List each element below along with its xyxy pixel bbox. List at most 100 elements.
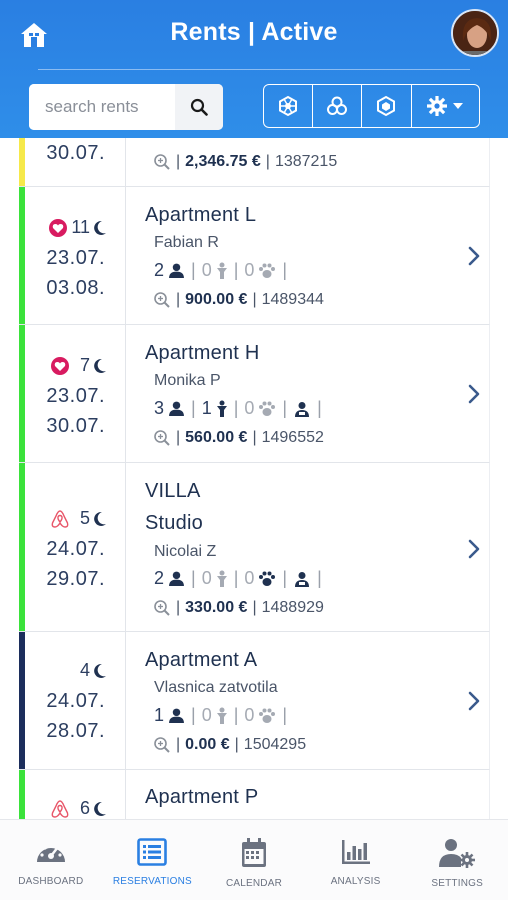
nights-count: 11 [71,217,90,237]
reservation-card[interactable]: 11 23.07. 03.08. Apartment L Fabian R 2 … [19,187,490,325]
nights-count: 4 [79,660,90,680]
guest-counts: 2 [154,138,184,141]
nights-info: 7 [50,355,107,376]
adults-count: 1 [154,705,165,725]
airbnb-icon [51,509,69,528]
child-icon [216,262,227,279]
nav-calendar[interactable]: CALENDAR [203,820,305,900]
filter-toolbar [263,84,480,128]
reservation-card[interactable]: 4 24.07. 28.07. Apartment A Vlasnica zat… [19,632,490,770]
reservations-list[interactable]: 30.07. 2 | 2,346.75 € | 1387215 11 [0,138,508,819]
apartment-name-line-2: Studio [145,512,203,534]
speedometer-icon [36,843,65,862]
guest-counts: 2 | 0 | 0 | [154,260,288,280]
nav-dashboard-label: DASHBOARD [18,876,84,887]
reference-number: 1387215 [274,153,338,170]
nav-settings[interactable]: SETTINGS [406,820,508,900]
pets-count: 0 [244,398,255,418]
adult-icon [169,571,184,586]
zoom-icon[interactable] [153,736,171,754]
amount: 900.00 € [185,291,248,308]
moon-icon [94,801,106,816]
nav-analysis[interactable]: ANALYSIS [305,820,407,900]
reservation-card[interactable]: 5 24.07. 29.07. VILLA Studio Nicolai Z 2… [19,463,490,632]
nav-calendar-label: CALENDAR [225,878,283,889]
user-gear-icon [439,839,476,868]
zoom-icon[interactable] [153,291,171,309]
checkin-date: 23.07. [46,385,105,407]
guest-counts: 1 | 0 | 0 | [154,705,288,725]
search-box [29,84,223,130]
moon-icon [94,358,106,373]
nights-info: 5 [50,508,107,529]
adults-count: 2 [154,568,165,588]
amount: 0.00 € [185,736,230,753]
app-header: Rents | Active [0,0,508,138]
reference-number: 1489344 [261,291,324,308]
list-icon [137,838,168,866]
payment-row: | 560.00 € | 1496552 [153,429,324,447]
payment-row: | 2,346.75 € | 1387215 [153,153,337,171]
nights-info: 6 [50,798,107,819]
search-input[interactable] [29,84,175,130]
paw-icon [259,571,276,586]
amount: 2,346.75 € [185,153,261,170]
apartment-name: Apartment H [145,342,260,364]
reference-number: 1496552 [261,429,324,446]
zoom-icon[interactable] [153,599,171,617]
chevron-right-icon[interactable] [467,690,481,712]
filter-button-1[interactable] [264,85,314,127]
reservation-card[interactable]: 7 23.07. 30.07. Apartment H Monika P 3 |… [19,325,490,463]
moon-icon [94,220,106,235]
adult-icon [169,708,184,723]
search-button[interactable] [175,84,223,130]
children-count: 0 [201,260,212,280]
guest-counts: 3 | 1 | 0 | | [154,398,322,418]
reservation-card[interactable]: 30.07. 2 | 2,346.75 € | 1387215 [19,138,490,187]
nav-reservations-label: RESERVATIONS [112,876,192,887]
filter-button-2[interactable] [313,85,363,127]
checkin-date: 24.07. [46,690,105,712]
booking-heart-icon [50,356,69,375]
chevron-right-icon[interactable] [467,245,481,267]
nav-reservations[interactable]: RESERVATIONS [102,820,204,900]
checkout-date: 30.07. [46,415,105,437]
chevron-right-icon[interactable] [467,383,481,405]
bar-chart-icon [341,840,370,864]
guest-name: Monika P [154,372,221,389]
amount: 560.00 € [185,429,248,446]
payment-row: | 0.00 € | 1504295 [153,736,306,754]
hexagon-icon [377,95,396,117]
settings-dropdown-button[interactable] [412,85,479,127]
apartment-name: Apartment P [145,786,259,808]
circles-icon [327,96,348,115]
zoom-icon[interactable] [153,153,171,171]
header-divider [38,69,470,70]
guest-badge-icon [295,401,310,417]
guest-badge-icon [295,571,310,587]
apartment-name-line-1: VILLA [145,480,201,502]
nav-dashboard[interactable]: DASHBOARD [0,820,102,900]
nights-info: 4 [80,660,107,681]
payment-row: | 900.00 € | 1489344 [153,291,324,309]
filter-button-3[interactable] [362,85,412,127]
adults-count: 2 [154,138,164,141]
child-icon [216,707,227,724]
paw-icon [259,708,276,723]
zoom-icon[interactable] [153,429,171,447]
reservation-card[interactable]: 6 Apartment P [19,770,490,819]
checkin-date: 24.07. [46,538,105,560]
bottom-navigation: DASHBOARD RESERVATIONS CALENDAR ANALYSIS [0,819,508,900]
pets-count: 0 [244,705,255,725]
children-count: 1 [201,398,212,418]
paw-icon [259,263,276,278]
user-avatar[interactable] [451,9,499,57]
adults-count: 3 [154,398,165,418]
chevron-right-icon[interactable] [467,538,481,560]
child-icon [216,400,227,417]
apartment-name: Apartment A [145,649,258,671]
checkout-date: 30.07. [46,142,105,164]
checkin-date: 23.07. [46,247,105,269]
nights-count: 5 [79,508,90,528]
guest-name: Fabian R [154,234,219,251]
